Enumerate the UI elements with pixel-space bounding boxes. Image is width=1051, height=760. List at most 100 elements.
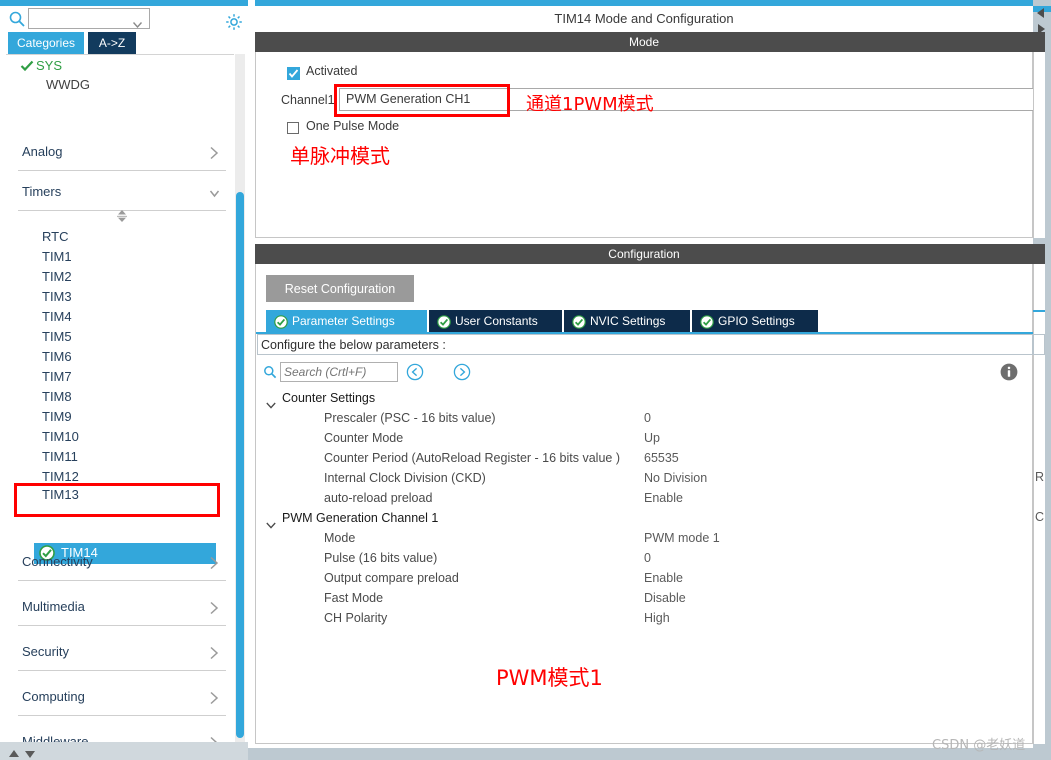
param-row-output-compare-preload[interactable]: Output compare preload Enable [256, 570, 1034, 590]
scroll-down-icon[interactable] [24, 746, 36, 758]
category-computing[interactable]: Computing [18, 682, 226, 716]
info-icon[interactable] [999, 362, 1019, 382]
param-value: 65535 [644, 451, 679, 465]
timer-item-tim5[interactable]: TIM5 [42, 327, 72, 347]
tab-nvic-settings-label: NVIC Settings [590, 314, 666, 328]
param-row-fast-mode[interactable]: Fast Mode Disable [256, 590, 1034, 610]
annotation-channel-pwm: 通道1PWM模式 [526, 94, 654, 115]
param-name: Prescaler (PSC - 16 bits value) [324, 411, 496, 425]
param-name: Counter Mode [324, 431, 404, 445]
timer-item-tim7[interactable]: TIM7 [42, 367, 72, 387]
chevron-right-icon [209, 646, 220, 660]
category-middleware[interactable]: Middleware [18, 727, 226, 742]
page-title: TIM14 Mode and Configuration [554, 11, 734, 26]
category-multimedia[interactable]: Multimedia [18, 592, 226, 626]
right-panel-tab-underline-sliver [1033, 310, 1045, 312]
param-value: Enable [644, 491, 683, 505]
timer-item-tim6[interactable]: TIM6 [42, 347, 72, 367]
category-list: SYS WWDG Analog Timers RTC TIM1 TIM2 TIM… [6, 54, 234, 742]
param-value: 0 [644, 411, 651, 425]
timer-item-rtc[interactable]: RTC [42, 227, 68, 247]
sidebar-scrollbar-thumb[interactable] [236, 192, 244, 738]
param-value: 0 [644, 551, 651, 565]
tab-categories[interactable]: Categories [8, 32, 84, 54]
tab-a-to-z[interactable]: A->Z [88, 32, 136, 54]
configure-parameters-note: Configure the below parameters : [257, 334, 1033, 355]
tab-parameter-settings-label: Parameter Settings [292, 314, 395, 328]
param-row-auto-reload-preload[interactable]: auto-reload preload Enable [256, 490, 1034, 510]
sidebar-search-row [0, 6, 248, 32]
app-window: Categories A->Z SYS WWDG Analog Timers R… [0, 0, 1051, 760]
watermark: CSDN @老妖道 [932, 738, 1026, 753]
previous-match-icon[interactable] [406, 363, 424, 381]
reset-configuration-button[interactable]: Reset Configuration [266, 275, 414, 302]
gear-icon[interactable] [225, 13, 243, 31]
right-panel-mode-header-sliver [1033, 32, 1045, 52]
check-circle-icon [274, 314, 288, 329]
check-circle-icon [572, 314, 586, 329]
param-row-counter-mode[interactable]: Counter Mode Up [256, 430, 1034, 450]
sidebar-footer-bar [0, 742, 248, 760]
category-security[interactable]: Security [18, 637, 226, 671]
category-connectivity[interactable]: Connectivity [18, 547, 226, 581]
parameter-search-input[interactable] [280, 362, 398, 382]
category-analog-label: Analog [22, 144, 63, 159]
check-circle-icon [437, 314, 451, 329]
annotation-box-tim14 [14, 483, 220, 517]
param-name: Counter Period (AutoReload Register - 16… [324, 451, 620, 465]
peripheral-sys[interactable]: SYS [36, 58, 62, 73]
timer-item-tim4[interactable]: TIM4 [42, 307, 72, 327]
param-row-pulse[interactable]: Pulse (16 bits value) 0 [256, 550, 1034, 570]
next-match-icon[interactable] [453, 363, 471, 381]
param-name: Internal Clock Division (CKD) [324, 471, 486, 485]
param-value: Disable [644, 591, 686, 605]
param-name: Pulse (16 bits value) [324, 551, 438, 565]
collapse-left-icon[interactable] [1035, 6, 1047, 18]
check-icon [20, 59, 34, 73]
param-row-prescaler[interactable]: Prescaler (PSC - 16 bits value) 0 [256, 410, 1034, 430]
chevron-right-icon [209, 146, 220, 160]
category-security-label: Security [22, 644, 69, 659]
panel-splitter[interactable] [248, 0, 255, 760]
category-timers[interactable]: Timers [18, 177, 226, 211]
tab-nvic-settings[interactable]: NVIC Settings [564, 310, 690, 332]
param-row-internal-clock-division[interactable]: Internal Clock Division (CKD) No Divisio… [256, 470, 1034, 490]
scroll-up-icon[interactable] [8, 746, 20, 757]
right-panel-config-header-sliver [1033, 244, 1045, 264]
timer-item-tim8[interactable]: TIM8 [42, 387, 72, 407]
timer-item-tim1[interactable]: TIM1 [42, 247, 72, 267]
param-group-pwm-generation-channel-1[interactable]: PWM Generation Channel 1 [256, 510, 1034, 530]
param-group-counter-settings[interactable]: Counter Settings [256, 390, 1034, 410]
annotation-one-pulse: 单脉冲模式 [290, 144, 390, 168]
main-accent-bar [255, 0, 1033, 6]
category-multimedia-label: Multimedia [22, 599, 85, 614]
tab-gpio-settings[interactable]: GPIO Settings [692, 310, 818, 332]
activated-checkbox[interactable] [287, 67, 300, 80]
param-name: Output compare preload [324, 571, 459, 585]
search-combobox[interactable] [28, 8, 150, 29]
timer-item-tim2[interactable]: TIM2 [42, 267, 72, 287]
category-analog[interactable]: Analog [18, 137, 226, 171]
peripheral-wwdg[interactable]: WWDG [46, 77, 90, 92]
param-row-ch-polarity[interactable]: CH Polarity High [256, 610, 1034, 630]
check-circle-icon [700, 314, 714, 329]
timer-item-tim9[interactable]: TIM9 [42, 407, 72, 427]
one-pulse-mode-checkbox[interactable] [287, 122, 299, 134]
timer-item-tim11[interactable]: TIM11 [42, 447, 78, 467]
scroll-spinner-icon[interactable] [114, 209, 130, 223]
tab-user-constants[interactable]: User Constants [429, 310, 562, 332]
tab-user-constants-label: User Constants [455, 314, 538, 328]
mode-section-header: Mode [255, 32, 1033, 52]
param-row-mode[interactable]: Mode PWM mode 1 [256, 530, 1034, 550]
configuration-tab-strip: Parameter Settings User Constants NVIC S… [256, 310, 1034, 332]
timer-item-tim3[interactable]: TIM3 [42, 287, 72, 307]
parameter-search-row [256, 359, 1034, 389]
right-panel-mode-body-sliver [1033, 52, 1045, 238]
right-panel-note-sliver [1033, 334, 1045, 355]
peripheral-sidebar: Categories A->Z SYS WWDG Analog Timers R… [0, 0, 248, 760]
timer-item-tim10[interactable]: TIM10 [42, 427, 79, 447]
param-row-counter-period[interactable]: Counter Period (AutoReload Register - 16… [256, 450, 1034, 470]
channel-label: Channel1 [281, 93, 335, 107]
param-name: Fast Mode [324, 591, 384, 605]
tab-parameter-settings[interactable]: Parameter Settings [266, 310, 427, 332]
